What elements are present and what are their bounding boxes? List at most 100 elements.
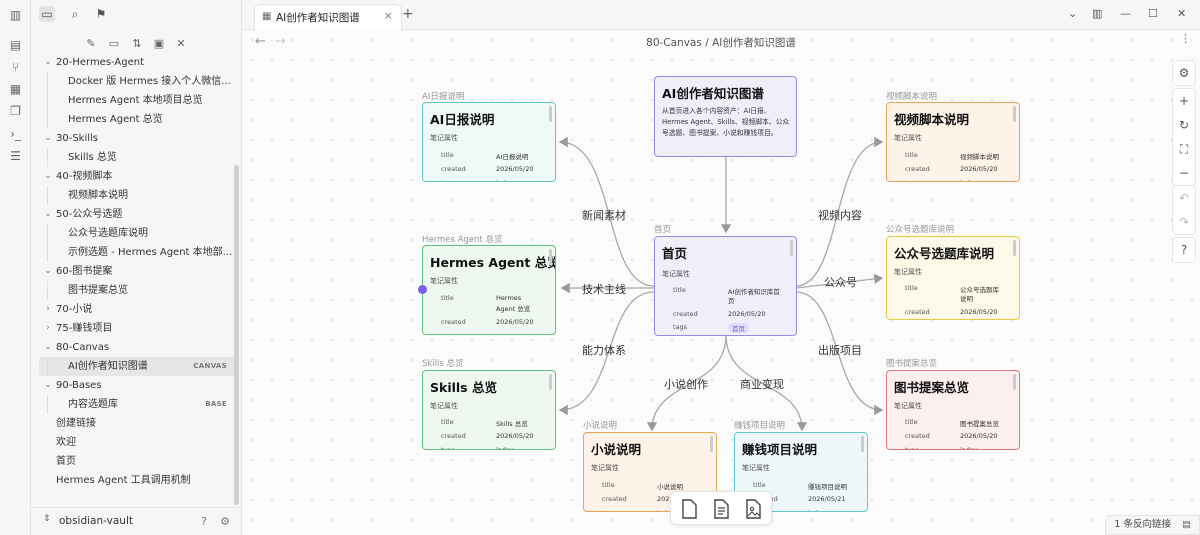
card-scrollbar[interactable] [549, 106, 552, 122]
file-item[interactable]: 公众号选题库说明 [39, 224, 235, 243]
file-item[interactable]: 图书提案总览 [39, 281, 235, 300]
file-item[interactable]: Docker 版 Hermes 接入个人微信... [39, 72, 235, 91]
chevron-down-icon[interactable]: ⌄ [43, 205, 53, 224]
folder-item[interactable]: ⌄ 60-图书提案 [39, 262, 235, 281]
card-scrollbar[interactable] [549, 249, 552, 265]
folder-item[interactable]: ⌄ 50-公众号选题 [39, 205, 235, 224]
card-knowledge-graph[interactable]: AI创作者知识图谱 从首页进入各个内容资产：AI日报、Hermes Agent、… [654, 76, 797, 157]
edge-label-ability[interactable]: 能力体系 [582, 342, 626, 358]
backlinks-status[interactable]: 1 条反向链接 ▤ [1105, 515, 1200, 535]
chevron-down-icon[interactable]: ⌄ [43, 53, 53, 72]
tab-canvas[interactable]: ▦ AI创作者知识图谱 × [254, 4, 402, 30]
minimize-icon[interactable]: — [1120, 7, 1131, 20]
tab-close-icon[interactable]: × [384, 9, 393, 22]
add-media-icon[interactable] [743, 498, 763, 520]
edge-label-tech[interactable]: 技术主线 [582, 281, 626, 297]
file-item[interactable]: 创建链接 [39, 414, 235, 433]
file-item[interactable]: Hermes Agent 总览 [39, 110, 235, 129]
edge-label-pub[interactable]: 出版项目 [818, 342, 862, 358]
chevron-down-icon[interactable]: ⌄ [1068, 7, 1077, 20]
settings-gear-icon[interactable]: ⚙ [218, 514, 232, 528]
card-hermes-agent[interactable]: Hermes Agent 总览 笔记属性 title Hermes Agent 总览… [422, 245, 556, 335]
chevron-right-icon[interactable]: › [43, 300, 53, 319]
add-card-icon[interactable] [679, 498, 699, 520]
card-home[interactable]: 首页 笔记属性 title AI创作者知识库首页 created 2026/05/2… [654, 236, 797, 336]
bases-icon[interactable]: ☰ [8, 148, 23, 163]
card-skills[interactable]: Skills 总览 笔记属性 title Skills 总览 created 202… [422, 370, 556, 450]
edge-label-gzh[interactable]: 公众号 [824, 274, 857, 290]
collapse-all-icon[interactable]: ✕ [173, 35, 189, 51]
add-note-icon[interactable] [711, 498, 731, 520]
canvas-settings-gear-icon[interactable]: ⚙ [1173, 61, 1195, 85]
redo-icon[interactable]: ↷ [1173, 210, 1195, 234]
reset-zoom-icon[interactable]: ↻ [1173, 113, 1195, 137]
graph-view-icon[interactable]: ⑂ [8, 59, 23, 74]
sidebar-scrollbar[interactable] [234, 165, 239, 505]
chevron-down-icon[interactable]: ⌄ [43, 262, 53, 281]
undo-icon[interactable]: ↶ [1173, 186, 1195, 210]
card-book-proposals[interactable]: 图书提案总览 笔记属性 title 图书提案总览 created 2026/05/2… [886, 370, 1020, 450]
folder-item[interactable]: ⌄ 80-Canvas [39, 338, 235, 357]
sidebar-toggle-icon[interactable]: ▥ [8, 7, 23, 22]
card-scrollbar[interactable] [790, 240, 793, 256]
card-scrollbar[interactable] [861, 436, 864, 452]
connection-handle[interactable] [418, 285, 427, 294]
chevron-right-icon[interactable]: › [43, 319, 53, 338]
chevron-down-icon[interactable]: ⌄ [43, 129, 53, 148]
file-item[interactable]: Skills 总览 [39, 148, 235, 167]
folder-item[interactable]: › 75-赚钱项目 [39, 319, 235, 338]
edge-label-news[interactable]: 新闻素材 [582, 207, 626, 223]
calendar-icon[interactable]: ▦ [8, 81, 23, 96]
right-sidebar-toggle-icon[interactable]: ▥ [1092, 7, 1102, 20]
close-window-icon[interactable]: ✕ [1177, 7, 1186, 20]
card-gzh-topics[interactable]: 公众号选题库说明 笔记属性 title 公众号选题库 说明 created 2026/… [886, 236, 1020, 320]
card-scrollbar[interactable] [1013, 374, 1016, 390]
zoom-to-fit-icon[interactable]: ⛶ [1173, 137, 1195, 161]
maximize-icon[interactable]: ☐ [1148, 7, 1158, 20]
file-item[interactable]: 欢迎 [39, 433, 235, 452]
bookmark-icon[interactable]: ⚑ [93, 6, 109, 22]
new-note-icon[interactable]: ✎ [83, 35, 99, 51]
card-scrollbar[interactable] [549, 374, 552, 390]
file-item[interactable]: Hermes Agent 工具调用机制 [39, 471, 235, 490]
file-item[interactable]: 示例选题 - Hermes Agent 本地部... [39, 243, 235, 262]
search-icon[interactable]: ⌕ [67, 6, 83, 22]
chevron-down-icon[interactable]: ⌄ [43, 167, 53, 186]
copy-icon[interactable]: ❐ [8, 103, 23, 118]
folder-item[interactable]: ⌄ 90-Bases [39, 376, 235, 395]
card-video-script[interactable]: 视频脚本说明 笔记属性 title 视频脚本说明 created 2026/05/2… [886, 102, 1020, 182]
folder-item[interactable]: ⌄ 20-Hermes-Agent [39, 53, 235, 72]
chevron-down-icon[interactable]: ⌄ [43, 338, 53, 357]
auto-reveal-icon[interactable]: ▣ [151, 35, 167, 51]
file-item[interactable]: 视频脚本说明 [39, 186, 235, 205]
sort-icon[interactable]: ⇅ [129, 35, 145, 51]
status-menu-icon[interactable]: ▤ [1182, 519, 1191, 530]
card-scrollbar[interactable] [710, 436, 713, 452]
new-tab-icon[interactable]: + [402, 6, 414, 22]
file-item[interactable]: 内容选题库 BASE [39, 395, 235, 414]
zoom-out-icon[interactable]: − [1173, 161, 1195, 185]
folder-item[interactable]: ⌄ 40-视频脚本 [39, 167, 235, 186]
file-item[interactable]: Hermes Agent 本地项目总览 [39, 91, 235, 110]
edge-label-biz[interactable]: 商业变现 [740, 376, 784, 392]
tag-pill[interactable]: 首页 [728, 323, 749, 333]
help-icon[interactable]: ? [197, 514, 211, 528]
folder-item[interactable]: › 70-小说 [39, 300, 235, 319]
file-item[interactable]: 首页 [39, 452, 235, 471]
terminal-icon[interactable]: ›_ [8, 126, 23, 141]
card-scrollbar[interactable] [1013, 106, 1016, 122]
chevron-down-icon[interactable]: ⌄ [43, 376, 53, 395]
zoom-in-icon[interactable]: + [1173, 89, 1195, 113]
open-file-icon[interactable]: ▤ [8, 37, 23, 52]
folder-icon[interactable]: ▭ [39, 6, 55, 22]
card-scrollbar[interactable] [1013, 240, 1016, 256]
new-folder-icon[interactable]: ▭ [106, 35, 122, 51]
card-ai-daily[interactable]: AI日报说明 笔记属性 title AI日报说明 created 2026/05/2… [422, 102, 556, 182]
canvas-help-icon[interactable]: ? [1173, 238, 1195, 262]
edge-label-video[interactable]: 视频内容 [818, 207, 862, 223]
edge-label-novel[interactable]: 小说创作 [664, 376, 708, 392]
vault-switch-icon[interactable]: ⇕ [43, 514, 51, 524]
canvas-view[interactable]: ← → 80-Canvas / AI创作者知识图谱 ⋮ 新闻素材 技术主线 能力… [242, 30, 1200, 535]
file-item[interactable]: AI创作者知识图谱 CANVAS [39, 357, 235, 376]
vault-switcher[interactable]: ⇕ obsidian-vault ? ⚙ [31, 507, 242, 535]
